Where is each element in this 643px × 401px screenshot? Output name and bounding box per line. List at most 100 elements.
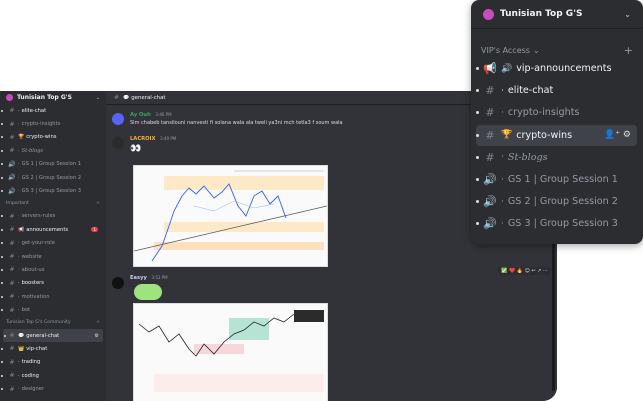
sidebar-channel-designer[interactable]: # · designer	[0, 382, 106, 395]
popup-channel-st-blogs[interactable]: # · St-blogs	[476, 147, 637, 168]
channel-type-icon: #	[9, 385, 15, 393]
sidebar-channel-gs-1-group-session-1[interactable]: 🔊 · GS 1 | Group Session 1	[0, 158, 106, 171]
sidebar-channel-motivation[interactable]: # · motivation	[0, 290, 106, 303]
unread-dot	[1, 347, 3, 350]
category-important[interactable]: Important +	[0, 198, 106, 210]
category-community[interactable]: Tunisian Top G's Community +	[0, 317, 106, 329]
channel-type-icon: 🔊	[8, 187, 16, 195]
unread-dot	[4, 334, 6, 337]
channel-label: bot	[21, 307, 31, 314]
sidebar-channel-trading[interactable]: # · trading	[0, 356, 106, 369]
sidebar-channel-st-blogs[interactable]: # · St-blogs	[0, 144, 106, 157]
sidebar-channel-get-your-role[interactable]: # · get-your-role	[0, 237, 106, 250]
settings-gear-icon[interactable]: ⚙	[95, 333, 99, 339]
sidebar-channel-about-us[interactable]: # · about-us	[0, 263, 106, 276]
category-vip-access[interactable]: VIP's Access ⌄ +	[481, 44, 633, 57]
chevron-down-icon[interactable]: ⌄	[96, 95, 100, 101]
popup-channel-crypto-wins[interactable]: # 🏆 crypto-wins 👤⁺ ⚙	[476, 124, 637, 146]
sidebar-channel-coding[interactable]: # · coding	[0, 369, 106, 382]
channel-type-icon: #	[9, 147, 15, 155]
channel-label: GS 2 | Group Session 2	[21, 174, 82, 181]
username[interactable]: Easyy	[130, 275, 147, 281]
message: Ay Ouh 3:46 PM Slm chabeb tansilouni nan…	[130, 112, 343, 126]
sidebar-channel-announcements[interactable]: # 📢 announcements 1	[0, 223, 106, 236]
sidebar-channel-elite-chat[interactable]: # · elite-chat	[0, 104, 106, 117]
avatar[interactable]	[112, 113, 124, 125]
username[interactable]: Ay Ouh	[130, 112, 151, 118]
channel-type-icon: #	[9, 358, 15, 366]
unread-dot	[476, 155, 479, 159]
popup-channel-crypto-insights[interactable]: # · crypto-insights	[476, 102, 637, 123]
channel-type-icon: 🔊	[483, 173, 497, 186]
unread-dot	[1, 123, 3, 126]
sidebar-channel-website[interactable]: # · website	[0, 250, 106, 263]
mention-badge: 1	[91, 227, 98, 233]
popup-channel-gs-1-group-session-1[interactable]: 🔊 · GS 1 | Group Session 1	[476, 169, 637, 190]
channel-type-icon: 🔊	[8, 160, 16, 168]
sidebar-channel-servers-rules[interactable]: # · servers-rules	[0, 210, 106, 223]
chart-image-2[interactable]	[133, 303, 328, 401]
popup-channel-elite-chat[interactable]: # · elite-chat	[476, 80, 637, 101]
chart-image-1[interactable]	[133, 165, 328, 267]
sidebar-channel-gs-2-group-session-2[interactable]: 🔊 · GS 2 | Group Session 2	[0, 171, 106, 184]
popup-channel-gs-3-group-session-3[interactable]: 🔊 · GS 3 | Group Session 3	[476, 213, 637, 234]
channel-label: about-us	[21, 266, 45, 273]
channel-label: elite-chat	[21, 107, 47, 114]
channel-emoji-icon: ·	[501, 218, 504, 229]
channel-type-icon: #	[485, 128, 495, 142]
channel-emoji-icon: ·	[18, 147, 20, 154]
server-header[interactable]: Tunisian Top G'S ⌄	[0, 91, 106, 104]
sidebar-channel-bot[interactable]: # · bot	[0, 303, 106, 316]
channel-type-icon: #	[9, 107, 15, 115]
add-channel-icon[interactable]: +	[96, 320, 100, 325]
channel-label: designer	[21, 386, 45, 393]
popup-channel-gs-2-group-session-2[interactable]: 🔊 · GS 2 | Group Session 2	[476, 191, 637, 212]
sidebar-channel-boosters[interactable]: # · boosters	[0, 277, 106, 290]
channel-label: elite-chat	[507, 85, 554, 97]
sidebar-channel-crypto-wins[interactable]: # 🏆 crypto-wins	[0, 131, 106, 144]
channel-label: GS 1 | Group Session 1	[21, 161, 82, 168]
channel-title: general-chat	[131, 94, 166, 101]
message-text: Slm chabeb tansilouni nanvesti fi solana…	[130, 120, 343, 126]
channel-label: coding	[21, 372, 39, 379]
unread-dot	[1, 176, 3, 179]
sidebar-channel-crypto-insights[interactable]: # · crypto-insights	[0, 117, 106, 130]
channel-label: GS 1 | Group Session 1	[507, 174, 618, 185]
channel-type-icon: 🔊	[483, 217, 497, 231]
channel-emoji-icon: ·	[18, 107, 20, 114]
channel-emoji-icon: ·	[501, 107, 504, 118]
unread-dot	[1, 255, 3, 258]
unread-dot	[1, 374, 3, 377]
add-channel-icon[interactable]: +	[96, 201, 100, 206]
avatar[interactable]	[112, 137, 124, 149]
sidebar-channel-general-chat[interactable]: # 💬 general-chat ⚙	[3, 328, 103, 343]
trading-chart-graphic	[134, 304, 327, 401]
server-channel-popup: Tunisian Top G'S ⌄ VIP's Access ⌄ + 📢 🔊 vi…	[471, 0, 643, 244]
channel-type-icon: 🔊	[8, 174, 16, 182]
chevron-down-icon[interactable]: ⌄	[624, 10, 631, 19]
channel-type-icon: #	[9, 372, 15, 380]
channel-label: trading	[21, 359, 41, 366]
unread-dot	[476, 133, 479, 137]
sidebar-channel-gs-3-group-session-3[interactable]: 🔊 · GS 3 | Group Session 3	[0, 184, 106, 197]
server-logo-icon	[483, 8, 494, 20]
username[interactable]: LACROIX	[130, 136, 155, 142]
channel-emoji-icon: ·	[18, 307, 20, 314]
channel-settings-icons[interactable]: 👤⁺ ⚙	[604, 130, 631, 140]
unread-dot	[476, 67, 479, 70]
avatar[interactable]	[112, 277, 124, 289]
sidebar-channel-vip-chat[interactable]: # 👑 vip-chat	[0, 342, 106, 355]
channel-emoji-icon: ·	[18, 240, 20, 247]
channel-label: servers-rules	[21, 213, 56, 220]
message: LACROIX 3:49 PM 👀	[130, 136, 176, 154]
message-actions[interactable]: ✅ ❤️ 🔥 ☺ ↩ ↗ ⋯	[498, 267, 551, 275]
channel-emoji-icon: 🔊	[501, 63, 513, 74]
popup-server-header[interactable]: Tunisian Top G'S ⌄	[471, 0, 643, 29]
add-channel-icon[interactable]: +	[624, 44, 633, 57]
scrollbar[interactable]	[552, 231, 555, 391]
popup-channel-vip-announcements[interactable]: 📢 🔊 vip-announcements	[476, 58, 637, 79]
channel-emoji-icon: 🏆	[501, 130, 513, 141]
channel-sidebar: Tunisian Top G'S ⌄ # · elite-chat # · crypto-…	[0, 91, 106, 401]
channel-type-icon: #	[9, 212, 15, 220]
channel-emoji-icon: ·	[18, 280, 20, 287]
